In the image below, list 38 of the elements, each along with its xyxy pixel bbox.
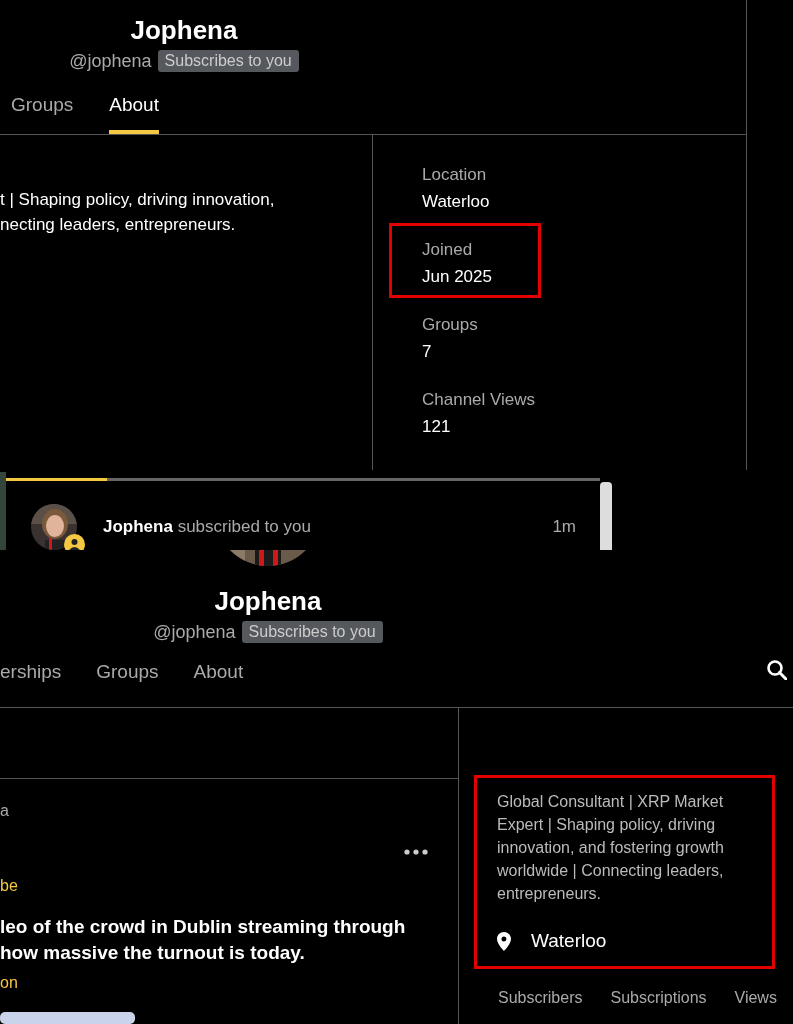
detail-value: Jun 2025 — [422, 266, 493, 288]
profile-tab[interactable]: About — [193, 659, 244, 701]
detail-label: Channel Views — [422, 389, 537, 411]
detail-label: Groups — [422, 314, 479, 336]
profile-name: Jophena — [130, 14, 238, 46]
location-text: Waterloo — [531, 929, 607, 953]
scrollbar-thumb[interactable] — [600, 482, 612, 550]
relation-badge: Subscribes to you — [157, 50, 299, 72]
search-icon[interactable] — [766, 659, 787, 680]
profile-tab[interactable]: About — [109, 92, 159, 134]
bio-text: Global Consultant | XRP Market Expert | Shaping policy, driving innovation, and fostering growth worldwide | Connecting leaders, entrepreneurs. — [497, 792, 725, 904]
post-link[interactable]: on — [0, 971, 458, 995]
stat-label: Subscriptions — [610, 987, 707, 1008]
detail-label: Location — [422, 164, 488, 186]
stat-label: Views — [734, 987, 777, 1008]
detail-label: Joined — [422, 239, 474, 261]
detail-value: 121 — [422, 416, 452, 438]
bio-text: t | Shaping policy, driving innovation, — [0, 189, 276, 211]
bio-text: necting leaders, entrepreneurs. — [0, 214, 237, 236]
profile-tab[interactable]: Groups — [11, 92, 74, 134]
post-text: leo of the crowd in Dublin streaming through — [0, 915, 407, 939]
relation-badge: Subscribes to you — [241, 621, 383, 643]
person-badge-icon — [64, 534, 85, 550]
notification-time: 1m — [552, 516, 576, 539]
location-pin-icon — [497, 931, 511, 951]
profile-handle: @jophena — [69, 50, 152, 73]
detail-value: 7 — [422, 341, 433, 363]
post-tag: be — [0, 874, 458, 898]
more-icon[interactable] — [404, 849, 428, 855]
stat-label: Subscribers — [498, 987, 583, 1008]
profile-handle: @jophena — [153, 621, 236, 644]
profile-tab[interactable]: erships — [0, 659, 62, 701]
profile-name: Jophena — [214, 585, 322, 617]
post-text: how massive the turnout is today. — [0, 941, 306, 965]
post-author: a — [0, 801, 10, 821]
profile-tab[interactable]: Groups — [96, 659, 159, 701]
notification-text: Jophena subscribed to you — [103, 516, 311, 539]
detail-value: Waterloo — [422, 191, 491, 213]
